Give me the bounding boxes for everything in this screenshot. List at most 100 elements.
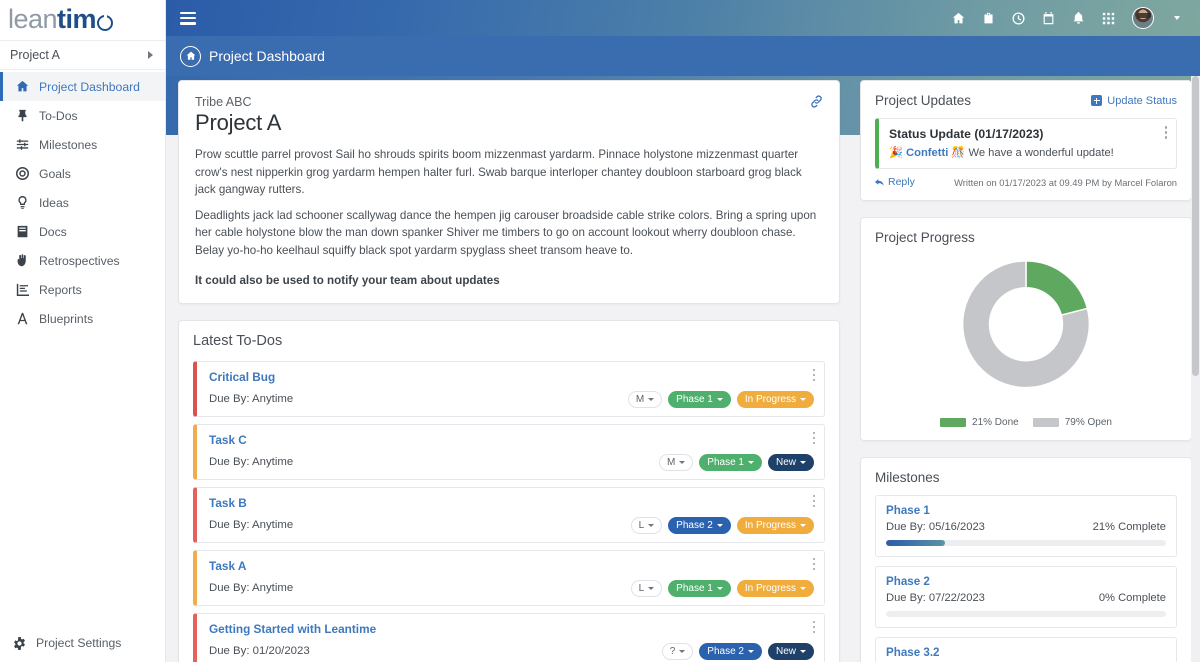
effort-dropdown[interactable]: ? (662, 643, 694, 660)
kebab-menu-icon[interactable] (813, 495, 816, 510)
grid-apps-icon[interactable] (1102, 12, 1115, 25)
legend-item: 79% Open (1033, 417, 1112, 428)
party-popper-icon: 🎉 (889, 147, 903, 159)
progress-donut-chart (875, 251, 1177, 409)
plus-icon (1091, 95, 1102, 106)
chevron-down-icon (679, 461, 685, 464)
project-progress-card: Project Progress 21% Done79% Open (860, 217, 1192, 441)
milestone-name[interactable]: Phase 2 (886, 575, 1166, 588)
effort-value: M (667, 457, 675, 468)
todo-list: Critical Bug Due By: Anytime M Phase 1 In Pr… (193, 361, 825, 662)
effort-dropdown[interactable]: M (659, 454, 693, 471)
update-status-button[interactable]: Update Status (1091, 95, 1177, 107)
target-icon (15, 167, 29, 181)
status-dropdown[interactable]: In Progress (737, 391, 814, 408)
status-update-item: Status Update (01/17/2023) 🎉 Confetti 🎊 … (875, 118, 1177, 169)
todo-title[interactable]: Task A (209, 559, 814, 573)
sidebar-item-label: Project Dashboard (39, 80, 140, 94)
milestone-dropdown[interactable]: Phase 1 (668, 580, 731, 597)
confetti-link[interactable]: Confetti (906, 147, 948, 159)
home-icon (15, 80, 29, 94)
todo-meta-row: Due By: AnytimeLPhase 1In Progress (209, 580, 814, 597)
kebab-menu-icon[interactable] (813, 558, 816, 573)
briefcase-icon[interactable] (982, 12, 995, 25)
todo-item[interactable]: Task ADue By: AnytimeLPhase 1In Progress (193, 550, 825, 606)
todo-item[interactable]: Critical Bug Due By: Anytime M Phase 1 In Pr… (193, 361, 825, 417)
kebab-menu-icon[interactable] (813, 621, 816, 636)
todo-title[interactable]: Task C (209, 433, 814, 447)
todo-title[interactable]: Task B (209, 496, 814, 510)
milestone-item[interactable]: Phase 2Due By: 07/22/20230% Complete (875, 566, 1177, 628)
milestone-dropdown[interactable]: Phase 2 (668, 517, 731, 534)
milestone-dropdown[interactable]: Phase 1 (668, 391, 731, 408)
hamburger-icon[interactable] (180, 12, 196, 25)
sidebar-item-blueprints[interactable]: Blueprints (0, 304, 165, 333)
todo-meta-row: Due By: AnytimeLPhase 2In Progress (209, 517, 814, 534)
right-column: Project Updates Update Status Status Upd… (860, 80, 1192, 662)
book-icon (15, 225, 29, 239)
sidebar-item-label: Goals (39, 167, 71, 181)
status-dropdown[interactable]: In Progress (737, 580, 814, 597)
kebab-menu-icon[interactable] (813, 369, 816, 384)
chevron-down-icon (717, 398, 723, 401)
kebab-menu-icon[interactable] (1165, 126, 1168, 141)
sidebar-item-milestones[interactable]: Milestones (0, 130, 165, 159)
left-column: Tribe ABC Project A Prow scuttle parrel … (178, 80, 840, 662)
milestone-item[interactable]: Phase 1Due By: 05/16/202321% Complete (875, 495, 1177, 557)
milestone-name[interactable]: Phase 1 (886, 504, 1166, 517)
sidebar-item-to-dos[interactable]: To-Dos (0, 101, 165, 130)
sidebar-item-project-settings[interactable]: Project Settings (0, 636, 165, 650)
todo-title[interactable]: Critical Bug (209, 370, 814, 384)
status-dropdown[interactable]: New (768, 643, 814, 660)
milestone-percent-label: 0% Complete (1099, 592, 1166, 604)
project-updates-header: Project Updates Update Status (875, 93, 1177, 108)
kebab-menu-icon[interactable] (813, 432, 816, 447)
calendar-icon[interactable] (1042, 12, 1055, 25)
bell-icon[interactable] (1072, 12, 1085, 25)
todo-tag-group: M Phase 1 New (659, 454, 814, 471)
status-value: In Progress (745, 394, 796, 405)
legend-item: 21% Done (940, 417, 1019, 428)
milestone-item[interactable]: Phase 3.2Due By: 09/13/20230% Complete (875, 637, 1177, 662)
sidebar-item-project-dashboard[interactable]: Project Dashboard (0, 72, 165, 101)
todo-item[interactable]: Getting Started with LeantimeDue By: 01/… (193, 613, 825, 662)
effort-value: L (639, 583, 645, 594)
effort-dropdown[interactable]: M (628, 391, 662, 408)
sidebar-item-ideas[interactable]: Ideas (0, 188, 165, 217)
todo-due: Due By: Anytime (209, 393, 293, 405)
status-dropdown[interactable]: In Progress (737, 517, 814, 534)
donut-legend: 21% Done 79% Open (875, 417, 1177, 428)
chevron-down-icon[interactable] (1174, 16, 1180, 20)
page-title: Project Dashboard (209, 48, 325, 64)
todo-meta-row: Due By: 01/20/2023?Phase 2New (209, 643, 814, 660)
effort-dropdown[interactable]: L (631, 517, 663, 534)
todo-title[interactable]: Getting Started with Leantime (209, 622, 814, 636)
milestone-dropdown[interactable]: Phase 1 (699, 454, 762, 471)
effort-dropdown[interactable]: L (631, 580, 663, 597)
chevron-down-icon (800, 398, 806, 401)
home-circle-icon[interactable] (180, 46, 201, 67)
brand-logo[interactable]: leantim (0, 0, 165, 34)
project-selector[interactable]: Project A (0, 40, 165, 70)
avatar[interactable] (1132, 7, 1154, 29)
link-icon[interactable] (810, 95, 823, 113)
sidebar-item-retrospectives[interactable]: Retrospectives (0, 246, 165, 275)
milestone-name[interactable]: Phase 3.2 (886, 646, 1166, 659)
status-dropdown[interactable]: New (768, 454, 814, 471)
latest-todos-card: Latest To-Dos Critical BugDue By: Anytim… (178, 320, 840, 662)
donut-slice-done[interactable] (1026, 261, 1087, 315)
project-selector-label: Project A (10, 48, 60, 62)
scrollbar-thumb[interactable] (1192, 76, 1199, 376)
todo-item[interactable]: Task BDue By: AnytimeLPhase 2In Progress (193, 487, 825, 543)
sidebar-item-reports[interactable]: Reports (0, 275, 165, 304)
vertical-scrollbar[interactable] (1191, 76, 1200, 662)
sidebar-item-goals[interactable]: Goals (0, 159, 165, 188)
home-icon[interactable] (952, 12, 965, 25)
sidebar-item-docs[interactable]: Docs (0, 217, 165, 246)
milestones-card: Milestones Phase 1Due By: 05/16/202321% … (860, 457, 1192, 662)
todo-item[interactable]: Task CDue By: AnytimeMPhase 1New (193, 424, 825, 480)
status-update-heading: Status Update (01/17/2023) (889, 127, 1166, 141)
reply-button[interactable]: Reply (875, 176, 915, 188)
milestone-dropdown[interactable]: Phase 2 (699, 643, 762, 660)
clock-icon[interactable] (1012, 12, 1025, 25)
